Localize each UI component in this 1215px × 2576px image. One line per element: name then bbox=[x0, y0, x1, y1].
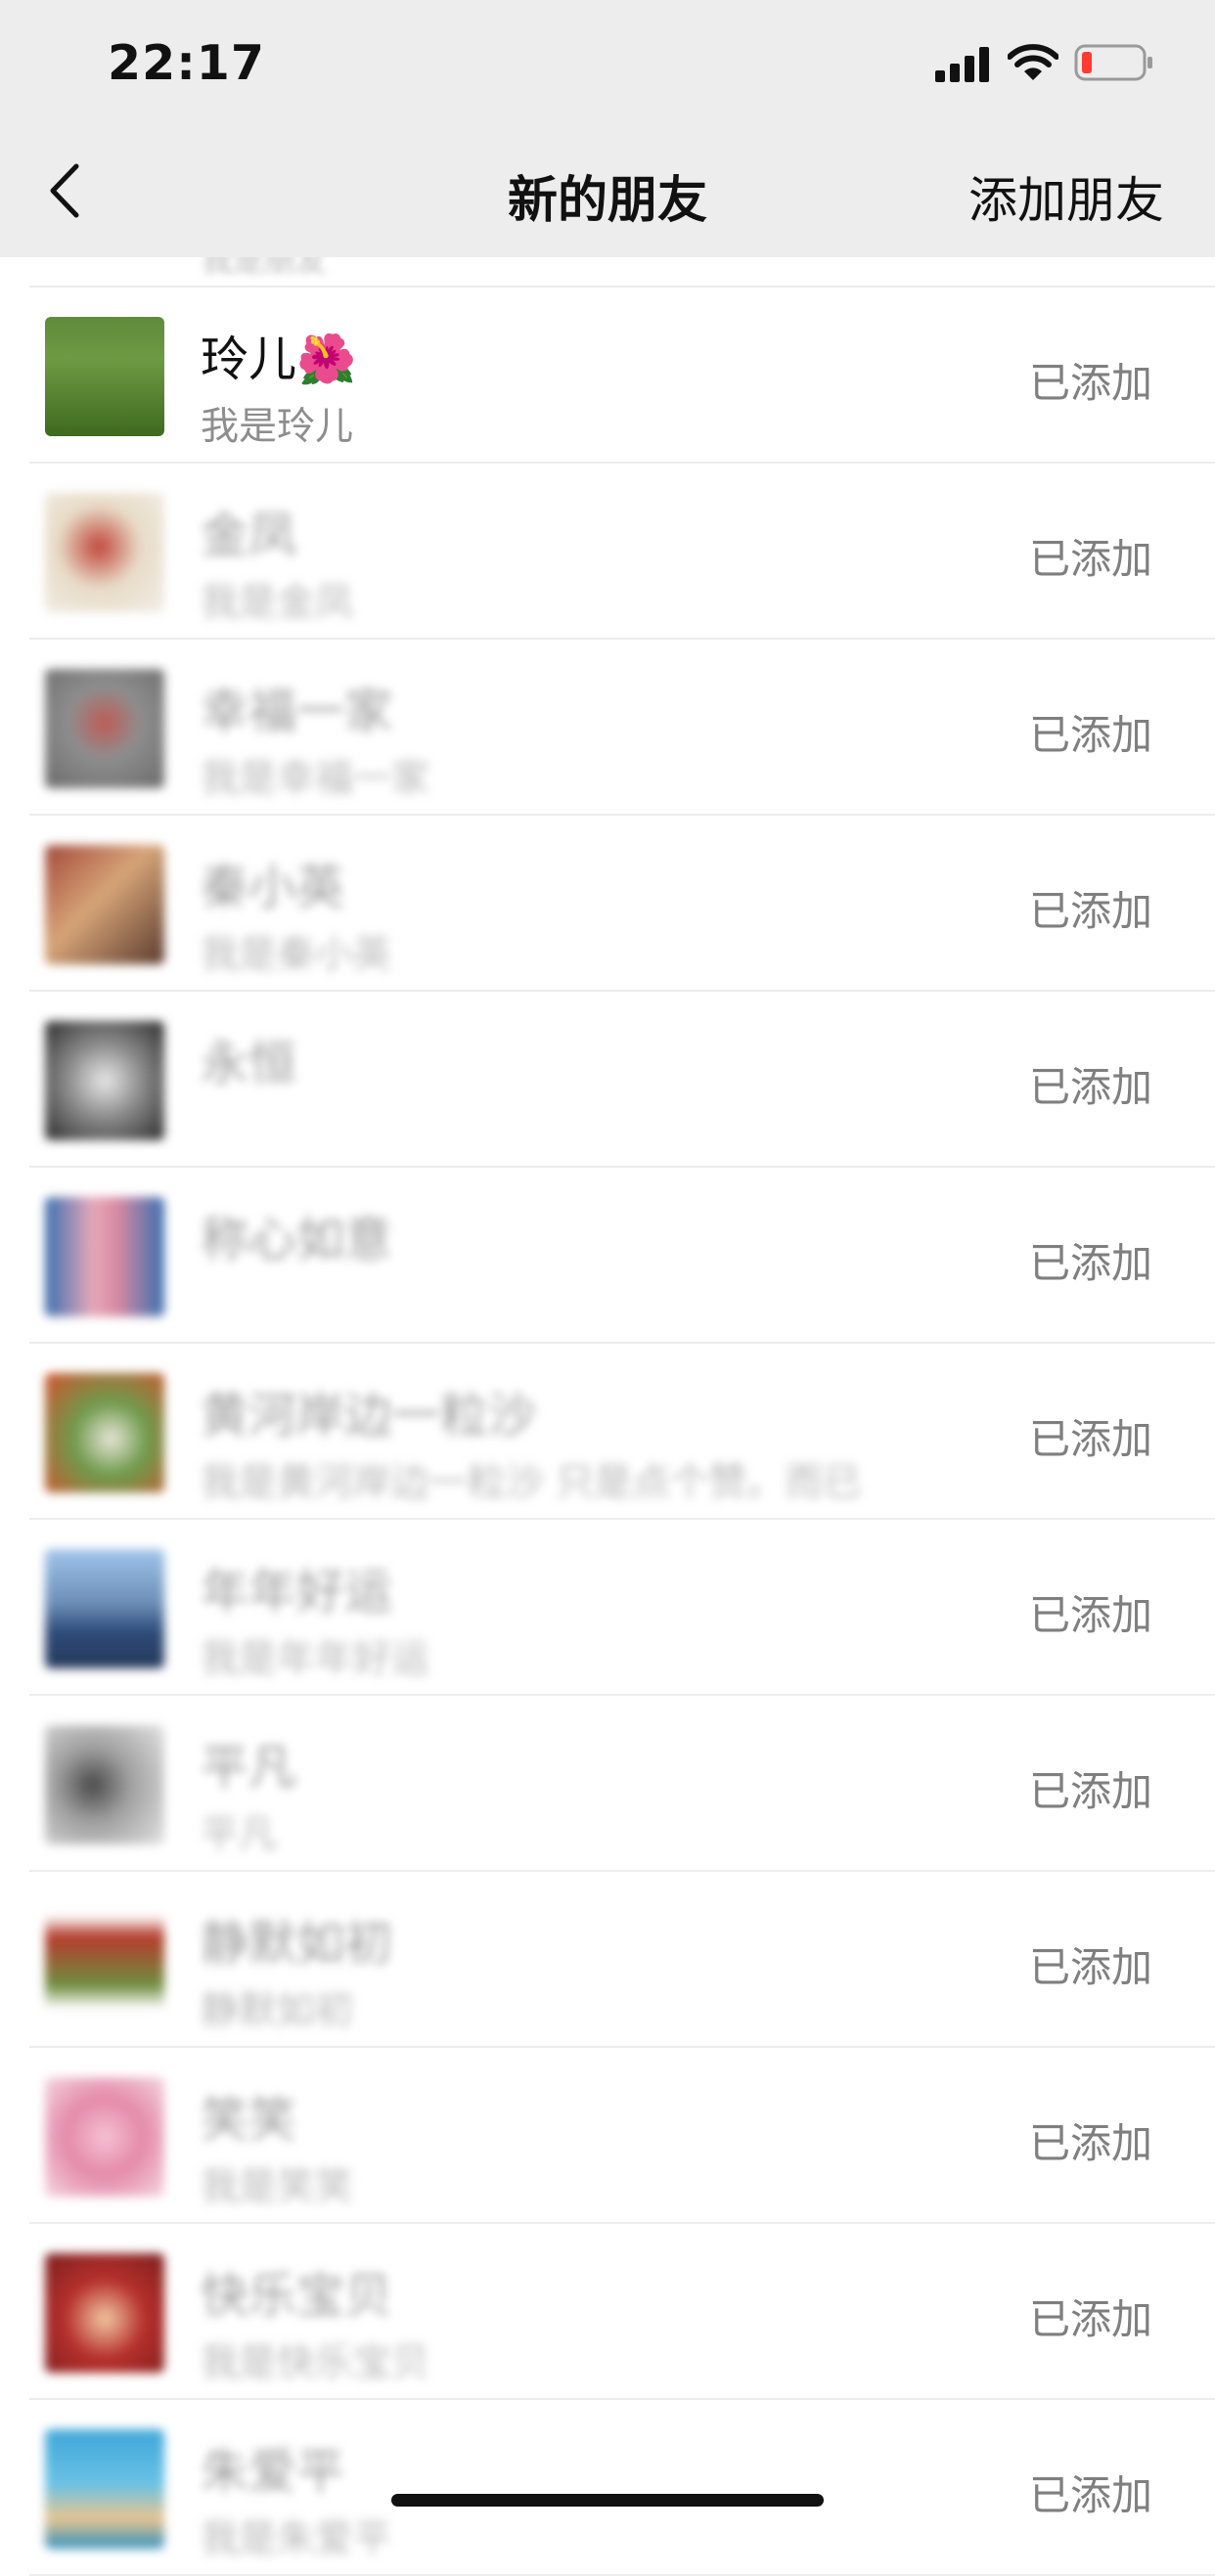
avatar bbox=[45, 1725, 164, 1844]
friend-row-1[interactable]: 金凤 我是金凤 已添加 bbox=[0, 464, 1215, 640]
friend-row-3[interactable]: 秦小英 我是秦小英 已添加 bbox=[0, 816, 1215, 992]
avatar bbox=[45, 1021, 164, 1140]
avatar bbox=[45, 1373, 164, 1492]
added-status: 已添加 bbox=[1028, 359, 1152, 407]
friend-name: 玲儿🌺 bbox=[201, 332, 357, 387]
wifi-icon bbox=[1008, 44, 1058, 80]
added-status: 已添加 bbox=[1028, 1239, 1152, 1287]
added-status: 已添加 bbox=[1028, 2471, 1152, 2519]
friend-message: 静默如初 bbox=[201, 1989, 354, 2033]
friend-message: 我是年年好运 bbox=[201, 1637, 430, 1681]
added-status: 已添加 bbox=[1028, 1943, 1152, 1991]
avatar bbox=[45, 2429, 164, 2549]
new-friends-list: 我是朋友 玲儿🌺 我是玲儿 已添加 金凤 我是金凤 已添加 幸福一家 我是幸福一… bbox=[0, 257, 1215, 2576]
friend-row-11[interactable]: 快乐宝贝 我是快乐宝贝 已添加 bbox=[0, 2224, 1215, 2400]
friend-name: 快乐宝贝 bbox=[201, 2268, 393, 2324]
friend-name: 金凤 bbox=[201, 508, 297, 563]
friend-name: 年年好运 bbox=[201, 1564, 393, 1620]
added-status: 已添加 bbox=[1028, 2295, 1152, 2343]
avatar bbox=[45, 1901, 164, 2021]
friend-message: 我是快乐宝贝 bbox=[201, 2341, 430, 2385]
avatar bbox=[45, 2077, 164, 2197]
friend-name: 秦小英 bbox=[201, 860, 345, 915]
added-status: 已添加 bbox=[1028, 1415, 1152, 1463]
added-status: 已添加 bbox=[1028, 711, 1152, 759]
battery-low-icon bbox=[1074, 44, 1152, 81]
friend-message: 我是幸福一家 bbox=[201, 757, 430, 801]
friend-row-9[interactable]: 静默如初 静默如初 已添加 bbox=[0, 1872, 1215, 2048]
added-status: 已添加 bbox=[1028, 1063, 1152, 1111]
friend-message: 我是玲儿 bbox=[201, 405, 354, 449]
friend-message: 我是黄河岸边一粒沙 只是点个赞。而已 bbox=[201, 1461, 862, 1505]
partial-item-text: 我是朋友 bbox=[202, 257, 328, 279]
status-time: 22:17 bbox=[108, 35, 265, 91]
friend-name: 永恒 bbox=[201, 1036, 297, 1091]
friend-name: 黄河岸边一粒沙 bbox=[201, 1388, 537, 1443]
friend-row-0[interactable]: 玲儿🌺 我是玲儿 已添加 bbox=[0, 288, 1215, 464]
avatar bbox=[45, 2253, 164, 2373]
friend-name: 称心如意 bbox=[201, 1212, 393, 1267]
added-status: 已添加 bbox=[1028, 887, 1152, 935]
friend-row-12[interactable]: 朱爱平 我是朱爱平 已添加 bbox=[0, 2400, 1215, 2576]
friend-row-7[interactable]: 年年好运 我是年年好运 已添加 bbox=[0, 1520, 1215, 1696]
friend-message: 我是朱爱平 bbox=[201, 2517, 392, 2561]
cellular-signal-icon bbox=[935, 47, 989, 82]
added-status: 已添加 bbox=[1028, 535, 1152, 583]
friend-name: 笑笑 bbox=[201, 2092, 297, 2148]
friend-message: 我是笑笑 bbox=[201, 2165, 354, 2209]
added-status: 已添加 bbox=[1028, 1591, 1152, 1639]
friend-name: 平凡 bbox=[201, 1740, 297, 1796]
friend-message: 我是金凤 bbox=[201, 581, 354, 625]
add-friend-button[interactable]: 添加朋友 bbox=[968, 161, 1164, 232]
friend-row-4[interactable]: 永恒 已添加 bbox=[0, 992, 1215, 1168]
friend-row-10[interactable]: 笑笑 我是笑笑 已添加 bbox=[0, 2048, 1215, 2224]
partial-list-item: 我是朋友 bbox=[29, 257, 1215, 288]
top-bar: 22:17 新的朋友 添加朋友 bbox=[0, 0, 1215, 257]
avatar bbox=[45, 493, 164, 612]
friend-name: 幸福一家 bbox=[201, 684, 393, 739]
home-indicator[interactable] bbox=[391, 2494, 824, 2507]
friend-message: 平凡 bbox=[201, 1813, 278, 1857]
avatar bbox=[45, 669, 164, 788]
avatar bbox=[45, 317, 164, 436]
friend-row-2[interactable]: 幸福一家 我是幸福一家 已添加 bbox=[0, 640, 1215, 816]
avatar bbox=[45, 845, 164, 964]
friend-row-6[interactable]: 黄河岸边一粒沙 我是黄河岸边一粒沙 只是点个赞。而已 已添加 bbox=[0, 1344, 1215, 1520]
friend-row-5[interactable]: 称心如意 已添加 bbox=[0, 1168, 1215, 1344]
friend-row-8[interactable]: 平凡 平凡 已添加 bbox=[0, 1696, 1215, 1872]
added-status: 已添加 bbox=[1028, 2119, 1152, 2167]
added-status: 已添加 bbox=[1028, 1767, 1152, 1815]
avatar bbox=[45, 1549, 164, 1668]
friend-name: 静默如初 bbox=[201, 1916, 393, 1972]
friend-message: 我是秦小英 bbox=[201, 933, 392, 977]
avatar bbox=[45, 1197, 164, 1316]
friend-name: 朱爱平 bbox=[201, 2444, 345, 2500]
